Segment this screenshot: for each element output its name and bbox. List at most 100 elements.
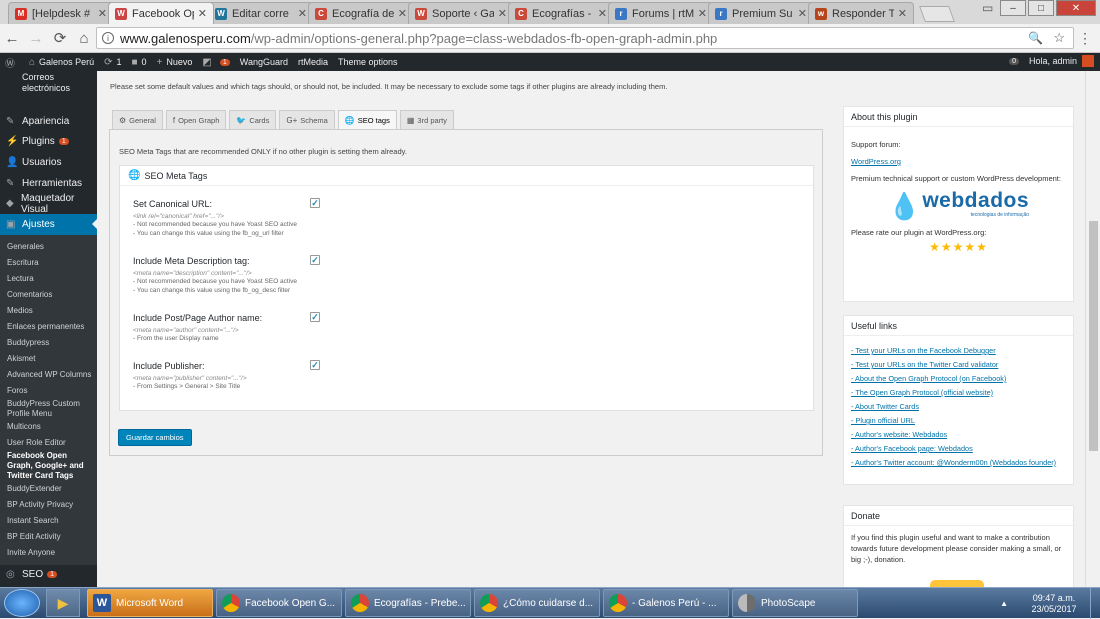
theme-options-link[interactable]: Theme options [338, 57, 398, 67]
tab-schema[interactable]: G+ Schema [279, 110, 335, 129]
tab-close-icon[interactable]: ✕ [798, 7, 807, 20]
show-desktop-button[interactable] [1090, 588, 1100, 619]
save-button[interactable]: Guardar cambios [118, 429, 192, 446]
avatar[interactable] [1082, 55, 1094, 67]
taskbar-button[interactable]: ¿Cómo cuidarse d... [474, 589, 600, 617]
back-button[interactable]: ← [0, 30, 24, 47]
new-content-link[interactable]: + Nuevo [157, 57, 193, 68]
tab-general[interactable]: ⚙ General [112, 110, 163, 129]
submenu-item[interactable]: Invite Anyone [0, 545, 97, 561]
rating-stars[interactable]: ★★★★★ [851, 241, 1066, 253]
url-bar[interactable]: i www.galenosperu.com/wp-admin/options-g… [96, 27, 1074, 49]
browser-tab[interactable]: W Editar corre ✕ [208, 2, 314, 24]
clock[interactable]: 09:47 a.m. 23/05/2017 [1022, 593, 1086, 615]
donate-button[interactable] [930, 580, 984, 587]
browser-tab[interactable]: w Responder T ✕ [808, 2, 914, 24]
taskbar-button[interactable]: Ecografías - Prebe... [345, 589, 471, 617]
browser-tab[interactable]: C Ecografías - ✕ [508, 2, 614, 24]
start-button[interactable] [4, 589, 40, 617]
browser-tab[interactable]: M [Helpdesk # ✕ [8, 2, 114, 24]
taskbar-button[interactable]: PhotoScape [732, 589, 858, 617]
submenu-item[interactable]: Lectura [0, 271, 97, 287]
browser-menu-icon[interactable]: ⋮ [1078, 30, 1092, 47]
submenu-item[interactable]: Facebook Open Graph, Google+ and Twitter… [0, 451, 97, 481]
option-checkbox[interactable]: ✓ [310, 198, 320, 208]
tab-close-icon[interactable]: ✕ [898, 7, 907, 20]
page-scrollbar[interactable] [1085, 71, 1100, 587]
comments-link[interactable]: ■ 0 [132, 57, 147, 68]
greeting[interactable]: Hola, admin [1029, 56, 1077, 66]
sidebar-item-usuarios[interactable]: 👤 Usuarios [0, 152, 97, 173]
tab-close-icon[interactable]: ✕ [598, 7, 607, 20]
tab-seo-tags[interactable]: 🌐 SEO tags [337, 110, 397, 129]
reload-button[interactable]: ⟳ [48, 29, 72, 47]
webdados-logo[interactable]: 💧 webdados tecnologias de informação [851, 190, 1066, 221]
support-link[interactable]: WordPress.org [851, 157, 901, 166]
browser-tab[interactable]: W Facebook Op ✕ [108, 2, 214, 24]
tab-close-icon[interactable]: ✕ [298, 7, 307, 20]
sidebar-item-correos[interactable]: Correos electrónicos [0, 71, 97, 111]
sidebar-item-ajustes[interactable]: ▣ Ajustes [0, 213, 97, 235]
submenu-item[interactable]: Buddypress [0, 335, 97, 351]
useful-link[interactable]: - Test your URLs on the Twitter Card val… [851, 360, 1066, 370]
browser-tab[interactable]: r Forums | rtM ✕ [608, 2, 714, 24]
submenu-item[interactable]: Instant Search [0, 513, 97, 529]
tab-close-icon[interactable]: ✕ [398, 7, 407, 20]
forward-button[interactable]: → [24, 30, 48, 47]
tab-cards[interactable]: 🐦 Cards [229, 110, 277, 129]
media-player-icon[interactable]: ▶ [46, 589, 80, 617]
plugin-updates-link[interactable]: ◩ 1 [202, 57, 230, 68]
bookmark-star-icon[interactable]: ☆ [1053, 30, 1065, 46]
taskbar-button[interactable]: W Microsoft Word [87, 589, 213, 617]
submenu-item[interactable]: Enlaces permanentes [0, 319, 97, 335]
new-tab-button[interactable] [919, 6, 955, 22]
useful-link[interactable]: - About the Open Graph Protocol (on Face… [851, 374, 1066, 384]
submenu-item[interactable]: BuddyPress Custom Profile Menu [0, 399, 97, 419]
submenu-item[interactable]: BuddyExtender [0, 481, 97, 497]
submenu-item[interactable]: Foros [0, 383, 97, 399]
taskbar-button[interactable]: - Galenos Perú - ... [603, 589, 729, 617]
site-info-icon[interactable]: i [102, 32, 114, 44]
browser-tab[interactable]: r Premium Su ✕ [708, 2, 814, 24]
notification-count[interactable]: 0 [1009, 57, 1019, 65]
useful-link[interactable]: - Plugin official URL [851, 416, 1066, 426]
site-name-link[interactable]: ⌂ Galenos Perú [29, 57, 94, 68]
maximize-button[interactable]: □ [1028, 0, 1054, 16]
submenu-item[interactable]: Multicons [0, 419, 97, 435]
browser-tab[interactable]: C Ecografía de ✕ [308, 2, 414, 24]
tab-open-graph[interactable]: f Open Graph [165, 110, 227, 129]
tab-close-icon[interactable]: ✕ [198, 7, 207, 20]
close-window-button[interactable]: ✕ [1056, 0, 1096, 16]
useful-link[interactable]: - The Open Graph Protocol (official webs… [851, 388, 1066, 398]
rtmedia-link[interactable]: rtMedia [298, 57, 328, 67]
option-checkbox[interactable]: ✓ [310, 312, 320, 322]
wordpress-logo-icon[interactable]: Ⓦ [5, 55, 19, 70]
submenu-item[interactable]: Escritura [0, 255, 97, 271]
scrollbar-thumb[interactable] [1089, 221, 1098, 451]
tab-3rd-party[interactable]: ▦ 3rd party [399, 110, 455, 129]
wangguard-link[interactable]: WangGuard [240, 57, 288, 67]
submenu-item[interactable]: Advanced WP Columns [0, 367, 97, 383]
option-checkbox[interactable]: ✓ [310, 360, 320, 370]
submenu-item[interactable]: Akismet [0, 351, 97, 367]
useful-link[interactable]: - Author's Twitter account: @Wonderm00n … [851, 458, 1066, 468]
updates-link[interactable]: ⟳ 1 [104, 57, 121, 68]
sidebar-item-seo[interactable]: ◎ SEO 1 [0, 565, 97, 586]
taskbar-button[interactable]: Facebook Open G... [216, 589, 342, 617]
sidebar-item-plugins[interactable]: ⚡ Plugins 1 [0, 132, 97, 153]
tab-close-icon[interactable]: ✕ [498, 7, 507, 20]
submenu-item[interactable]: Medios [0, 303, 97, 319]
submenu-item[interactable]: Comentarios [0, 287, 97, 303]
sidebar-item-maquetador-visual[interactable]: ◆ Maquetador Visual [0, 193, 97, 215]
option-checkbox[interactable]: ✓ [310, 255, 320, 265]
zoom-icon[interactable]: 🔍 [1028, 31, 1043, 45]
useful-link[interactable]: - About Twitter Cards [851, 402, 1066, 412]
tab-close-icon[interactable]: ✕ [698, 7, 707, 20]
browser-tab[interactable]: W Soporte ‹ Ga ✕ [408, 2, 514, 24]
sidebar-item-herramientas[interactable]: ✎ Herramientas [0, 173, 97, 194]
submenu-item[interactable]: BP Activity Privacy [0, 497, 97, 513]
submenu-item[interactable]: Generales [0, 239, 97, 255]
tray-expand-icon[interactable]: ▲ [1000, 599, 1008, 608]
submenu-item[interactable]: BP Edit Activity [0, 529, 97, 545]
home-button[interactable]: ⌂ [72, 30, 96, 47]
